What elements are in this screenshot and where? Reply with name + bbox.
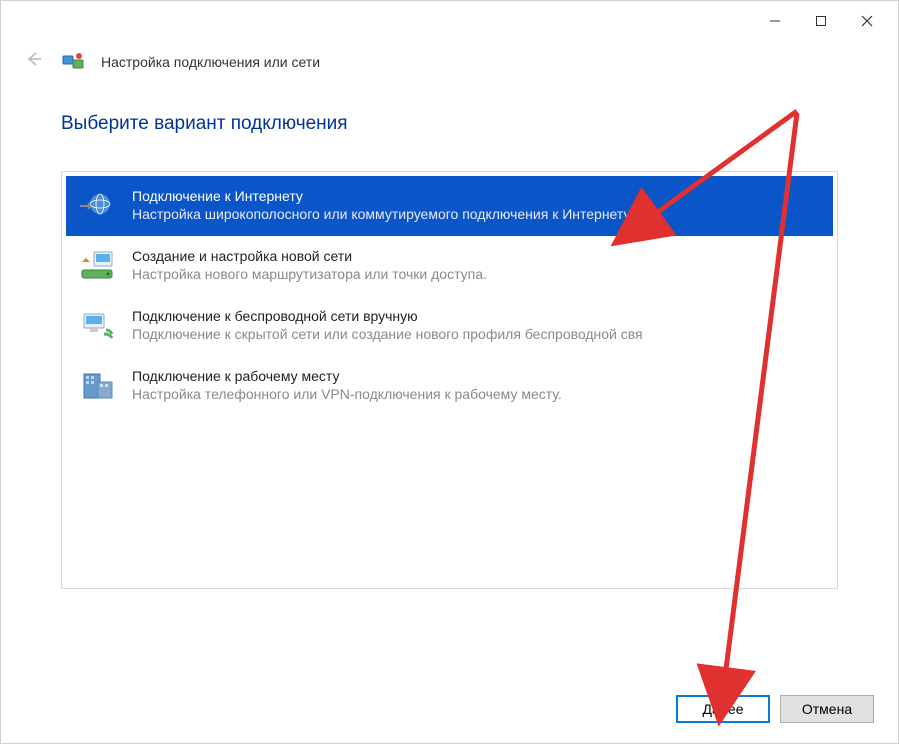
network-setup-icon	[61, 50, 85, 74]
window-title: Настройка подключения или сети	[101, 54, 320, 70]
header: Настройка подключения или сети	[1, 41, 898, 93]
minimize-button[interactable]	[752, 5, 798, 37]
option-title: Подключение к Интернету	[132, 188, 821, 204]
option-desc: Подключение к скрытой сети или создание …	[132, 326, 821, 342]
option-internet-connection[interactable]: Подключение к Интернету Настройка широко…	[66, 176, 833, 236]
option-workplace[interactable]: Подключение к рабочему месту Настройка т…	[66, 356, 833, 416]
page-heading: Выберите вариант подключения	[61, 113, 838, 135]
option-desc: Настройка нового маршрутизатора или точк…	[132, 266, 821, 282]
globe-icon	[78, 186, 118, 226]
option-title: Создание и настройка новой сети	[132, 248, 821, 264]
titlebar	[1, 1, 898, 41]
workplace-icon	[78, 366, 118, 406]
router-icon	[78, 246, 118, 286]
next-button[interactable]: Далее	[676, 695, 770, 723]
cancel-button[interactable]: Отмена	[780, 695, 874, 723]
option-desc: Настройка телефонного или VPN-подключени…	[132, 386, 821, 402]
back-arrow-icon[interactable]	[21, 49, 45, 75]
maximize-button[interactable]	[798, 5, 844, 37]
option-wireless-manual[interactable]: Подключение к беспроводной сети вручную …	[66, 296, 833, 356]
options-list: Подключение к Интернету Настройка широко…	[61, 171, 838, 589]
close-button[interactable]	[844, 5, 890, 37]
option-desc: Настройка широкополосного или коммутируе…	[132, 206, 821, 222]
footer-buttons: Далее Отмена	[676, 695, 874, 723]
option-title: Подключение к беспроводной сети вручную	[132, 308, 821, 324]
wireless-icon	[78, 306, 118, 346]
option-title: Подключение к рабочему месту	[132, 368, 821, 384]
content-area: Выберите вариант подключения Подключение…	[1, 93, 898, 589]
option-create-network[interactable]: Создание и настройка новой сети Настройк…	[66, 236, 833, 296]
